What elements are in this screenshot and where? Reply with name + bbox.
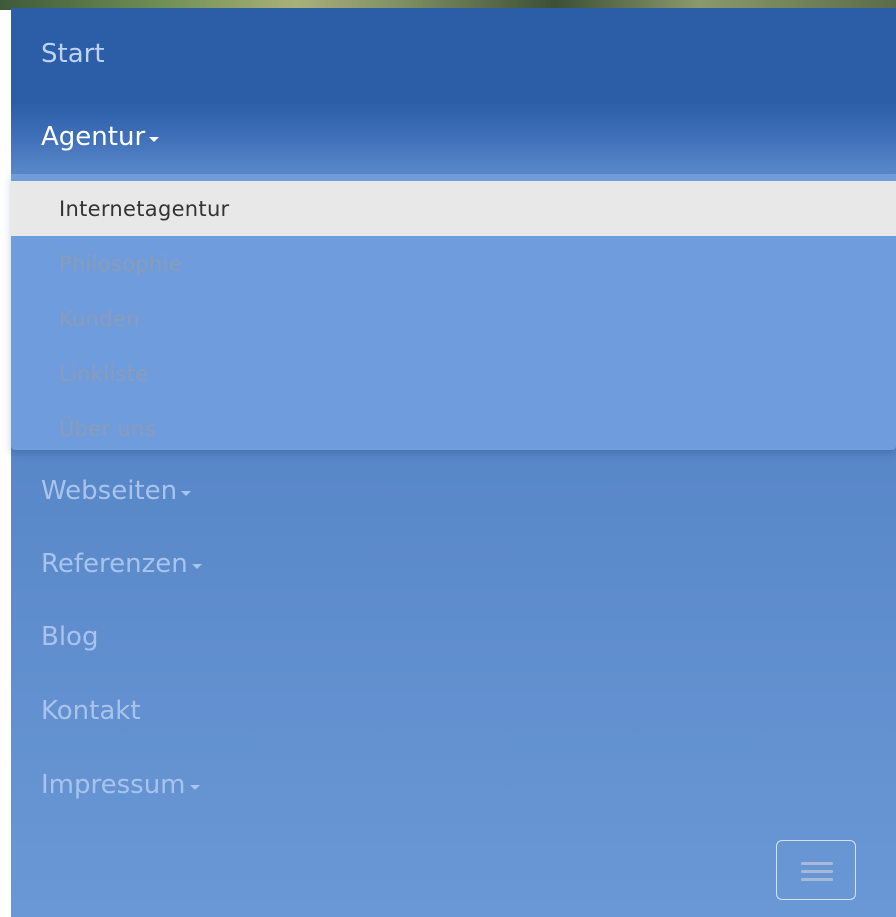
page: Start Agentur Internetagentur Philosophi… (0, 0, 896, 917)
nav-item-label: Agentur (41, 122, 146, 152)
nav-item-label: Impressum (41, 770, 186, 800)
caret-down-icon (149, 136, 160, 142)
menu-toggle-button[interactable] (776, 840, 856, 900)
nav-item-agentur[interactable]: Agentur (11, 100, 896, 174)
nav-item-label: Blog (41, 622, 99, 652)
nav-item-referenzen[interactable]: Referenzen (11, 527, 896, 601)
nav-item-webseiten[interactable]: Webseiten (11, 454, 896, 528)
hamburger-bar (801, 862, 833, 865)
submenu-item-label: Internetagentur (59, 196, 230, 221)
nav-item-label: Referenzen (41, 549, 188, 579)
submenu-item-kunden[interactable]: Kunden (11, 291, 896, 346)
submenu-item-ueber-uns[interactable]: Über uns (11, 401, 896, 456)
caret-down-icon (181, 490, 192, 496)
mobile-navigation: Start Agentur Internetagentur Philosophi… (11, 8, 896, 917)
nav-item-start[interactable]: Start (11, 8, 896, 100)
submenu-item-label: Über uns (59, 416, 156, 441)
agentur-dropdown-menu: Internetagentur Philosophie Kunden Linkl… (11, 174, 896, 450)
caret-down-icon (189, 784, 200, 790)
caret-down-icon (191, 563, 202, 569)
nav-item-impressum[interactable]: Impressum (11, 748, 896, 822)
submenu-item-label: Linkliste (59, 361, 149, 386)
nav-item-label: Kontakt (41, 696, 141, 726)
submenu-item-label: Philosophie (59, 251, 182, 276)
nav-item-label: Start (41, 39, 105, 69)
submenu-item-internetagentur[interactable]: Internetagentur (11, 181, 896, 236)
hamburger-bar (801, 878, 833, 881)
hamburger-bar (801, 870, 833, 873)
submenu-item-label: Kunden (59, 306, 140, 331)
nav-item-kontakt[interactable]: Kontakt (11, 674, 896, 748)
nav-item-blog[interactable]: Blog (11, 600, 896, 674)
nav-item-label: Webseiten (41, 476, 178, 506)
submenu-item-linkliste[interactable]: Linkliste (11, 346, 896, 401)
submenu-item-philosophie[interactable]: Philosophie (11, 236, 896, 291)
